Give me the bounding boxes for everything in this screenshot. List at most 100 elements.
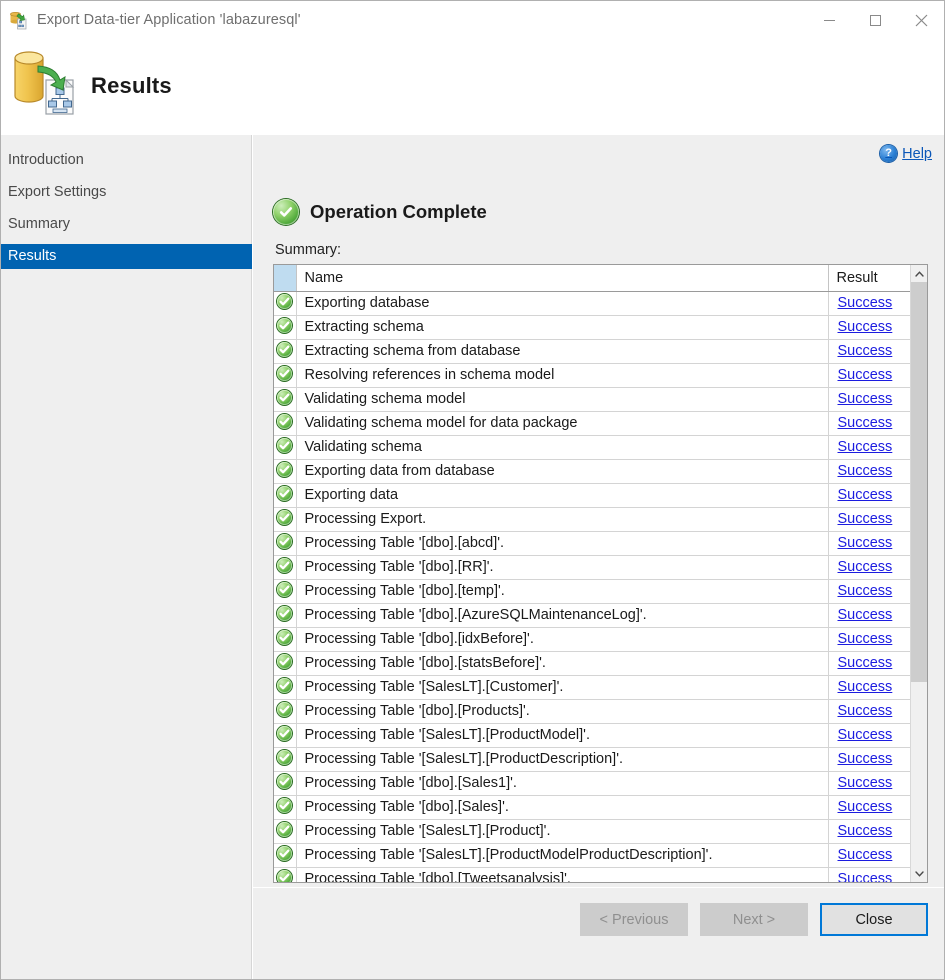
table-row[interactable]: Processing Table '[SalesLT].[ProductMode…	[274, 723, 910, 748]
window-title: Export Data-tier Application 'labazuresq…	[37, 12, 301, 28]
sidebar-item-introduction[interactable]: Introduction	[1, 148, 251, 173]
result-link[interactable]: Success	[838, 487, 893, 503]
help-link[interactable]: ? Help	[880, 145, 932, 162]
row-status-cell	[274, 627, 297, 652]
result-link[interactable]: Success	[838, 367, 893, 383]
success-check-icon	[277, 846, 293, 861]
column-header-name[interactable]: Name	[296, 265, 829, 292]
vertical-scrollbar[interactable]	[910, 265, 927, 882]
previous-button[interactable]: < Previous	[580, 903, 688, 936]
success-check-icon	[277, 558, 293, 573]
scrollbar-thumb[interactable]	[911, 282, 927, 682]
success-check-icon	[277, 606, 293, 621]
table-row[interactable]: Validating schema model Success	[274, 387, 910, 412]
result-link[interactable]: Success	[838, 607, 893, 623]
window-controls	[806, 1, 944, 39]
row-name-cell: Processing Table '[dbo].[Sales]'.	[296, 795, 829, 820]
row-name-cell: Processing Export.	[296, 507, 829, 532]
table-row[interactable]: Exporting data from database Success	[274, 459, 910, 484]
result-link[interactable]: Success	[838, 439, 893, 455]
table-row[interactable]: Processing Table '[dbo].[abcd]'. Success	[274, 531, 910, 556]
result-link[interactable]: Success	[838, 799, 893, 815]
row-status-cell	[274, 747, 297, 772]
operation-status-title: Operation Complete	[310, 201, 487, 222]
table-row[interactable]: Processing Export. Success	[274, 507, 910, 532]
result-link[interactable]: Success	[838, 415, 893, 431]
column-header-status[interactable]	[274, 265, 297, 292]
table-row[interactable]: Processing Table '[dbo].[temp]'. Success	[274, 579, 910, 604]
close-wizard-button[interactable]: Close	[820, 903, 928, 936]
success-check-icon	[277, 870, 293, 882]
row-result-cell: Success	[828, 411, 910, 436]
row-result-cell: Success	[828, 771, 910, 796]
table-row[interactable]: Resolving references in schema model Succ…	[274, 363, 910, 388]
result-link[interactable]: Success	[838, 295, 893, 311]
table-row[interactable]: Exporting data Success	[274, 483, 910, 508]
result-link[interactable]: Success	[838, 751, 893, 767]
minimize-button[interactable]	[806, 1, 852, 39]
row-status-cell	[274, 483, 297, 508]
result-link[interactable]: Success	[838, 703, 893, 719]
table-row[interactable]: Extracting schema Success	[274, 315, 910, 340]
success-check-icon	[277, 582, 293, 597]
table-row[interactable]: Processing Table '[SalesLT].[ProductDesc…	[274, 747, 910, 772]
success-check-icon	[277, 438, 293, 453]
result-link[interactable]: Success	[838, 871, 893, 882]
database-export-icon	[11, 47, 77, 119]
sidebar-item-export-settings[interactable]: Export Settings	[1, 180, 251, 205]
table-row[interactable]: Processing Table '[dbo].[Tweetsanalysis]…	[274, 867, 910, 882]
column-header-result[interactable]: Result	[828, 265, 910, 292]
table-row[interactable]: Validating schema Success	[274, 435, 910, 460]
table-row[interactable]: Processing Table '[dbo].[RR]'. Success	[274, 555, 910, 580]
row-status-cell	[274, 555, 297, 580]
table-row[interactable]: Extracting schema from database Success	[274, 339, 910, 364]
success-check-icon	[277, 390, 293, 405]
result-link[interactable]: Success	[838, 559, 893, 575]
table-row[interactable]: Processing Table '[dbo].[statsBefore]'. S…	[274, 651, 910, 676]
row-status-cell	[274, 507, 297, 532]
row-name-cell: Extracting schema	[296, 315, 829, 340]
result-link[interactable]: Success	[838, 535, 893, 551]
row-name-cell: Processing Table '[dbo].[abcd]'.	[296, 531, 829, 556]
table-row[interactable]: Processing Table '[dbo].[Sales1]'. Succes…	[274, 771, 910, 796]
row-status-cell	[274, 531, 297, 556]
next-button[interactable]: Next >	[700, 903, 808, 936]
maximize-button[interactable]	[852, 1, 898, 39]
table-row[interactable]: Processing Table '[SalesLT].[ProductMode…	[274, 843, 910, 868]
result-link[interactable]: Success	[838, 631, 893, 647]
success-check-icon	[277, 678, 293, 693]
table-row[interactable]: Processing Table '[dbo].[idxBefore]'. Suc…	[274, 627, 910, 652]
result-link[interactable]: Success	[838, 511, 893, 527]
table-row[interactable]: Processing Table '[dbo].[Sales]'. Success	[274, 795, 910, 820]
result-link[interactable]: Success	[838, 823, 893, 839]
result-link[interactable]: Success	[838, 679, 893, 695]
row-name-cell: Processing Table '[dbo].[Tweetsanalysis]…	[296, 867, 829, 882]
row-result-cell: Success	[828, 339, 910, 364]
operation-status: Operation Complete	[273, 199, 487, 225]
sidebar-item-summary[interactable]: Summary	[1, 212, 251, 237]
table-row[interactable]: Validating schema model for data package…	[274, 411, 910, 436]
result-link[interactable]: Success	[838, 655, 893, 671]
result-link[interactable]: Success	[838, 847, 893, 863]
scroll-down-button[interactable]	[911, 865, 927, 882]
result-link[interactable]: Success	[838, 319, 893, 335]
sidebar-item-results[interactable]: Results	[1, 244, 252, 269]
result-link[interactable]: Success	[838, 343, 893, 359]
wizard-step-sidebar: Introduction Export Settings Summary Res…	[1, 135, 252, 979]
result-link[interactable]: Success	[838, 775, 893, 791]
row-status-cell	[274, 579, 297, 604]
row-result-cell: Success	[828, 315, 910, 340]
row-status-cell	[274, 795, 297, 820]
row-name-cell: Processing Table '[SalesLT].[ProductDesc…	[296, 747, 829, 772]
result-link[interactable]: Success	[838, 583, 893, 599]
table-row[interactable]: Processing Table '[SalesLT].[Customer]'.…	[274, 675, 910, 700]
close-button[interactable]	[898, 1, 944, 39]
result-link[interactable]: Success	[838, 391, 893, 407]
result-link[interactable]: Success	[838, 727, 893, 743]
table-row[interactable]: Processing Table '[dbo].[AzureSQLMainten…	[274, 603, 910, 628]
scroll-up-button[interactable]	[911, 265, 927, 282]
table-row[interactable]: Exporting database Success	[274, 291, 910, 316]
result-link[interactable]: Success	[838, 463, 893, 479]
table-row[interactable]: Processing Table '[SalesLT].[Product]'. S…	[274, 819, 910, 844]
table-row[interactable]: Processing Table '[dbo].[Products]'. Succ…	[274, 699, 910, 724]
